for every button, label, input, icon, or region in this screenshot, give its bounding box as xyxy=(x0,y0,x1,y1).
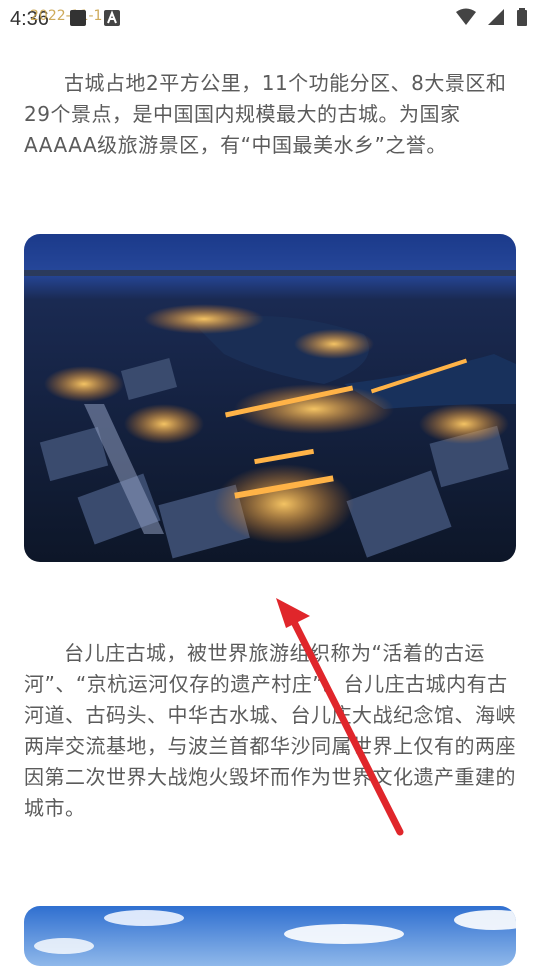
notification-icon xyxy=(70,10,86,26)
status-icons xyxy=(456,8,528,26)
wifi-icon xyxy=(456,8,476,25)
blue-sky-landscape-photo xyxy=(24,906,516,966)
battery-icon xyxy=(517,8,527,26)
status-bar: 4:36 2022-11-1 xyxy=(0,0,540,36)
status-overlay-text: 2022-11-1 xyxy=(30,8,103,24)
article-paragraph-1: 古城占地2平方公里，11个功能分区、8大景区和29个景点，是中国国内规模最大的古… xyxy=(24,71,507,157)
signal-icon xyxy=(488,9,504,25)
night-aerial-ancient-town-photo xyxy=(24,234,516,562)
article-paragraph-2: 台儿庄古城，被世界旅游组织称为“活着的古运河”、“京杭运河仅存的遗产村庄”。台儿… xyxy=(24,641,516,820)
a-badge-icon xyxy=(104,10,120,26)
